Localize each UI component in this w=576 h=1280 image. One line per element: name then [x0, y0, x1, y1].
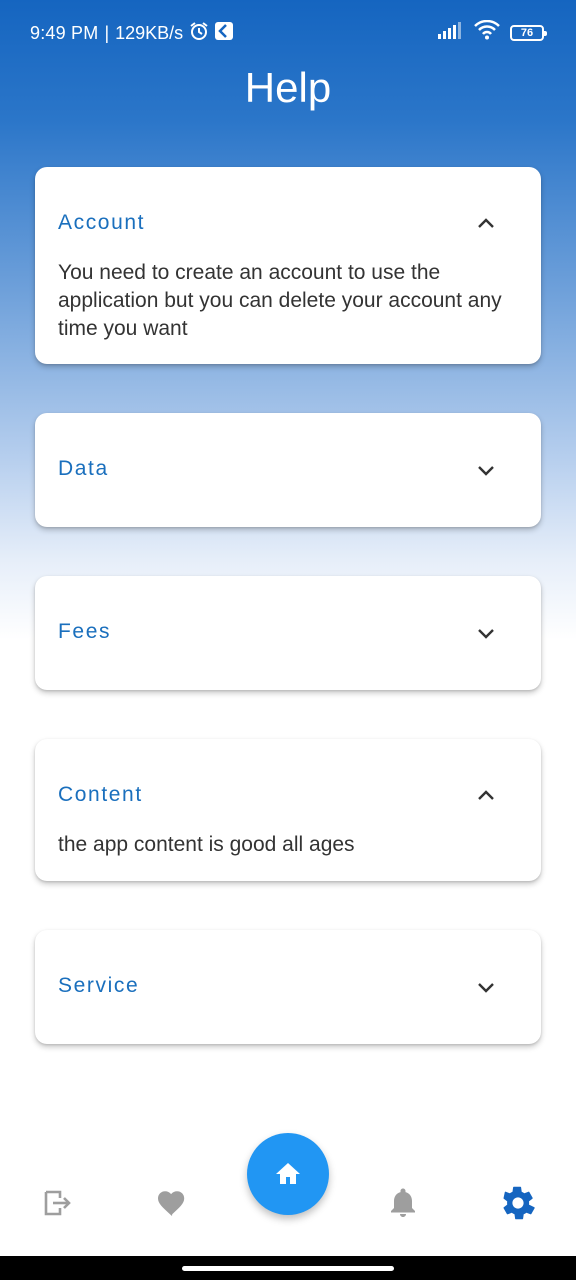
battery-icon: 76	[510, 24, 547, 41]
status-bar: 9:49 PM | 129KB/s 76	[0, 0, 576, 64]
faq-answer: You need to create an account to use the…	[58, 261, 502, 340]
home-fab-button[interactable]	[247, 1133, 329, 1215]
faq-title: Account	[58, 211, 146, 234]
home-icon	[276, 1163, 300, 1184]
alarm-icon	[189, 21, 209, 46]
faq-header-fees[interactable]: Fees	[35, 576, 541, 690]
chevron-down-icon	[478, 629, 494, 639]
chevron-down-icon	[478, 466, 494, 476]
status-separator: |	[104, 23, 110, 43]
faq-card-account: Account You need to create an account to…	[35, 167, 541, 364]
faq-title: Service	[58, 974, 140, 997]
chevron-up-icon	[478, 218, 494, 228]
faq-card-service: Service	[35, 930, 541, 1044]
signal-icon	[438, 21, 464, 44]
heart-icon[interactable]	[155, 1186, 189, 1220]
chevron-down-icon	[478, 983, 494, 993]
faq-title: Content	[58, 783, 143, 806]
faq-card-fees: Fees	[35, 576, 541, 690]
faq-card-content: Content the app content is good all ages	[35, 739, 541, 881]
status-time: 9:49 PM	[30, 23, 99, 43]
wifi-icon	[474, 19, 500, 45]
gear-icon[interactable]	[501, 1186, 535, 1220]
faq-title: Data	[58, 457, 109, 480]
page-title: Help	[244, 64, 332, 111]
faq-answer: the app content is good all ages	[58, 833, 355, 856]
home-gesture-pill[interactable]	[182, 1266, 394, 1271]
chevron-up-icon	[478, 790, 494, 800]
faq-card-data: Data	[35, 413, 541, 527]
status-right: 76	[438, 19, 547, 45]
app-notification-icon	[215, 22, 234, 45]
faq-header-service[interactable]: Service	[35, 930, 541, 1044]
faq-header-data[interactable]: Data	[35, 413, 541, 527]
status-left: 9:49 PM | 129KB/s	[30, 21, 234, 46]
logout-icon[interactable]	[40, 1186, 74, 1220]
bell-icon[interactable]	[386, 1186, 420, 1220]
faq-title: Fees	[58, 620, 112, 643]
status-speed: 129KB/s	[115, 23, 184, 43]
